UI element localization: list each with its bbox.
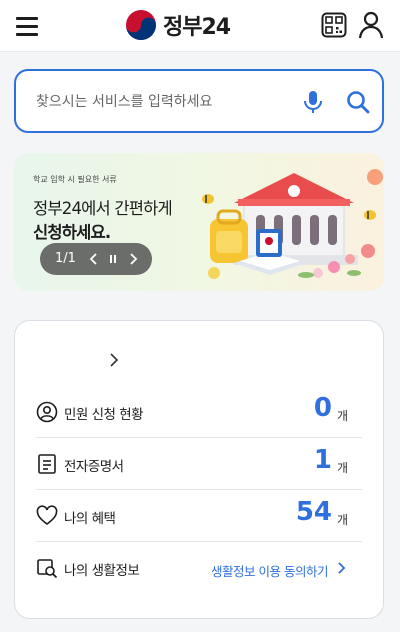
row-count: 1 — [313, 445, 332, 475]
user-circle-icon — [36, 401, 58, 423]
banner-pager: 1/1 — [40, 243, 152, 275]
row-label: 나의 혜택 — [64, 511, 116, 527]
promo-banner[interactable]: 학교 입학 시 필요한 서류 정부24에서 간편하게 신청하세요. 1/1 — [14, 153, 384, 291]
row-count: 0 — [313, 393, 332, 423]
search-bar — [14, 69, 384, 133]
life-info-consent-link[interactable]: 생활정보 이용 동의하기 — [211, 561, 328, 580]
row-count: 54 — [295, 497, 332, 527]
my-summary-card: 민원 신청 현황 0 개 전자증명서 1 개 나의 혜택 54 개 나의 생활정… — [14, 320, 384, 619]
chevron-right-icon[interactable] — [107, 351, 121, 369]
chevron-left-icon[interactable] — [87, 252, 101, 266]
row-my-benefits[interactable]: 나의 혜택 54 개 — [36, 491, 362, 542]
microphone-icon[interactable] — [302, 90, 324, 114]
hamburger-icon[interactable] — [14, 13, 40, 39]
banner-title-line1: 정부24에서 간편하게 — [33, 199, 173, 218]
row-label: 나의 생활정보 — [64, 563, 140, 579]
document-icon — [38, 454, 56, 474]
heart-icon — [36, 505, 58, 525]
qr-code-icon[interactable] — [321, 12, 347, 38]
school-illustration — [202, 169, 383, 279]
chevron-right-icon[interactable] — [336, 561, 348, 575]
row-civil-applications[interactable]: 민원 신청 현황 0 개 — [36, 387, 362, 438]
chevron-right-icon[interactable] — [126, 252, 140, 266]
gov24-logo[interactable]: 정부24 — [125, 8, 231, 42]
row-unit: 개 — [336, 513, 348, 527]
pause-icon[interactable] — [106, 252, 120, 266]
banner-title-line2: 신청하세요. — [33, 223, 111, 242]
row-label: 민원 신청 현황 — [64, 407, 144, 423]
row-unit: 개 — [336, 409, 348, 423]
banner-page-count: 1/1 — [55, 251, 76, 266]
logo-text: 정부24 — [163, 15, 231, 40]
user-icon[interactable] — [358, 11, 384, 39]
search-document-icon — [37, 559, 58, 579]
top-app-bar: 정부24 — [0, 0, 400, 52]
row-unit: 개 — [336, 461, 348, 475]
banner-caption: 학교 입학 시 필요한 서류 — [33, 175, 117, 184]
row-e-certificates[interactable]: 전자증명서 1 개 — [36, 439, 362, 490]
search-input[interactable] — [36, 89, 286, 115]
row-life-info[interactable]: 나의 생활정보 생활정보 이용 동의하기 — [36, 543, 362, 594]
row-label: 전자증명서 — [64, 459, 124, 475]
taegeuk-logo-icon — [126, 10, 156, 40]
search-icon[interactable] — [346, 90, 370, 114]
